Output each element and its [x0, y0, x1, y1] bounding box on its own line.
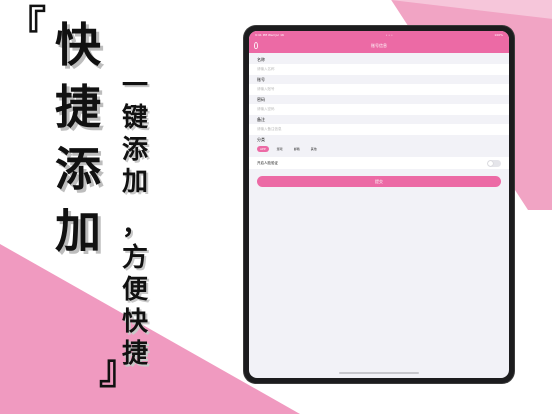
- status-bar: 9:41 PM Wed Jul 16 • • • 100%: [249, 31, 509, 39]
- category-tags: APP 游戏 邮箱 其他: [249, 144, 509, 154]
- promo-headline-char: 快: [55, 18, 101, 72]
- promo-subtitle-char: 便: [121, 275, 148, 305]
- promo-subtitle-char: 一: [121, 71, 148, 101]
- promo-subtitle-char: ，: [121, 211, 148, 241]
- name-label: 名称: [257, 57, 265, 62]
- promo-headline-char: 加: [55, 204, 101, 258]
- tablet-frame: 9:41 PM Wed Jul 16 • • • 100% 账号信息 名称 请输…: [244, 26, 514, 383]
- note-label: 备注: [257, 117, 265, 122]
- tag-other[interactable]: 其他: [308, 146, 320, 152]
- tag-app[interactable]: APP: [257, 146, 269, 152]
- status-dots: • • •: [385, 33, 393, 37]
- category-label: 分类: [257, 137, 265, 142]
- status-battery: 100%: [494, 33, 503, 37]
- tag-game[interactable]: 游戏: [274, 146, 286, 152]
- page-title: 账号信息: [371, 43, 387, 48]
- name-input[interactable]: 请输入名称: [249, 64, 509, 75]
- promo-subtitle-char: 方: [121, 243, 148, 273]
- promo-bracket-open: 『: [6, 3, 46, 49]
- promo-subtitle-char: 快: [121, 307, 148, 337]
- promo-headline-char: 捷: [55, 80, 101, 134]
- toggle-knob: [488, 160, 493, 166]
- promo-subtitle-char: 捷: [121, 339, 148, 369]
- logo-icon[interactable]: [254, 42, 258, 49]
- home-indicator[interactable]: [339, 372, 419, 374]
- promo-headline-char: 添: [55, 142, 101, 196]
- account-label: 账号: [257, 77, 265, 82]
- navbar: 账号信息: [249, 39, 509, 53]
- promo-subtitle-char: 加: [121, 167, 148, 197]
- face-verify-label: 开启人脸验证: [257, 160, 278, 165]
- account-form: 名称 请输入名称 账号 请输入账号 密码 请输入密码 备注 请输入备注信息 分类…: [249, 53, 509, 187]
- promo-subtitle: 一 键 添 加 ， 方 便 快 捷: [118, 70, 152, 370]
- password-label: 密码: [257, 97, 265, 102]
- tablet-screen: 9:41 PM Wed Jul 16 • • • 100% 账号信息 名称 请输…: [249, 31, 509, 378]
- tag-email[interactable]: 邮箱: [291, 146, 303, 152]
- promo-subtitle-char: 键: [121, 103, 148, 133]
- face-verify-row: 开启人脸验证: [249, 157, 509, 169]
- face-verify-toggle[interactable]: [487, 159, 501, 167]
- status-time: 9:41 PM Wed Jul 16: [255, 33, 284, 37]
- account-input[interactable]: 请输入账号: [249, 84, 509, 95]
- submit-button[interactable]: 提交: [257, 176, 501, 187]
- note-input[interactable]: 请输入备注信息: [249, 124, 509, 135]
- promo-subtitle-char: 添: [121, 135, 148, 165]
- password-input[interactable]: 请输入密码: [249, 104, 509, 115]
- promo-headline: 快 捷 添 加: [43, 14, 113, 262]
